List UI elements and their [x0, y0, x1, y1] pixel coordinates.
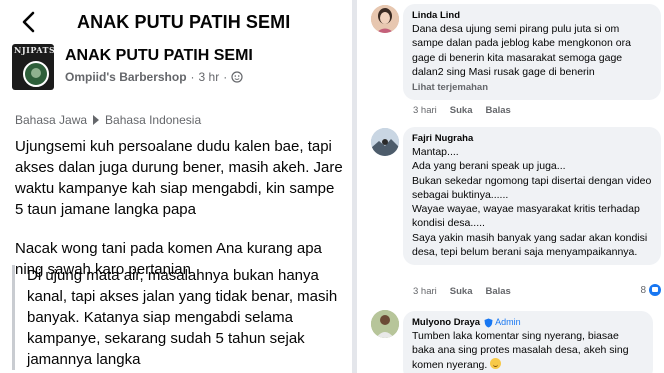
commenter-name-row: Mulyono Draya Admin [412, 316, 644, 329]
group-avatar[interactable]: NJIPATSE [12, 44, 54, 90]
top-bar: ANAK PUTU PATIH SEMI [0, 0, 352, 44]
comment-text-content: Tumben laka komentar sing nyerang, biasa… [412, 330, 629, 371]
comment-text: Tumben laka komentar sing nyerang, biasa… [412, 329, 644, 372]
comment-actions: 3 hari Suka Balas [413, 105, 511, 116]
back-arrow-icon[interactable] [18, 10, 42, 34]
translation-toggle[interactable]: Bahasa Jawa Bahasa Indonesia [15, 113, 201, 127]
commenter-avatar[interactable] [371, 5, 399, 33]
comment-line: Ada yang berani speak up juga... [412, 160, 566, 173]
comment-line: Saya yakin masih banyak yang sadar akan … [412, 231, 648, 259]
commenter-name[interactable]: Fajri Nugraha [412, 132, 652, 145]
like-button[interactable]: Suka [450, 286, 473, 297]
reply-button[interactable]: Balas [485, 105, 510, 116]
like-reaction-icon [649, 284, 661, 296]
group-logo-text: NJIPATSE [14, 45, 54, 55]
page-title: ANAK PUTU PATIH SEMI [77, 12, 291, 32]
comment-time[interactable]: 3 hari [413, 286, 437, 297]
meta-separator-2: · [223, 70, 228, 84]
grinning-emoji-icon [490, 357, 502, 369]
post-time[interactable]: 3 hr [199, 70, 220, 84]
admin-badge-label: Admin [495, 317, 521, 327]
commenter-avatar[interactable] [371, 128, 399, 156]
commenter-name[interactable]: Mulyono Draya [412, 316, 480, 329]
post-panel: ANAK PUTU PATIH SEMI NJIPATSE ANAK PUTU … [0, 0, 352, 373]
reply-button[interactable]: Balas [485, 286, 510, 297]
like-button[interactable]: Suka [450, 105, 473, 116]
comment-time[interactable]: 3 hari [413, 105, 437, 116]
audience-icon[interactable] [231, 71, 243, 83]
source-language[interactable]: Bahasa Jawa [15, 113, 87, 127]
post-paragraph: Ujungsemi kuh persoalane dudu kalen bae,… [15, 138, 343, 218]
admin-badge: Admin [484, 316, 521, 329]
translated-text: Di ujung mata air, masalahnya bukan hany… [12, 265, 346, 370]
reaction-count[interactable]: 8 [640, 284, 661, 296]
commenter-name[interactable]: Linda Lind [412, 9, 652, 22]
play-arrow-icon [93, 115, 100, 125]
author-avatar[interactable] [23, 61, 49, 87]
post-header: NJIPATSE ANAK PUTU PATIH SEMI Ompiid's B… [0, 42, 352, 98]
comment-line: Bukan sekedar ngomong tapi disertai deng… [412, 174, 652, 201]
meta-separator: · [190, 70, 195, 84]
reaction-number: 8 [640, 284, 646, 296]
comment-line: Wayae wayae, wayae masyarakat kritis ter… [412, 203, 640, 230]
see-translation-link[interactable]: Lihat terjemahan [412, 81, 652, 94]
comment-bubble: Fajri Nugraha Mantap.... Ada yang berani… [403, 127, 661, 266]
person-photo-icon [371, 5, 399, 33]
landscape-photo-icon [371, 128, 399, 156]
group-name[interactable]: ANAK PUTU PATIH SEMI [65, 47, 253, 65]
commenter-avatar[interactable] [371, 310, 399, 338]
post-meta: Ompiid's Barbershop · 3 hr · [65, 70, 243, 84]
comment-text: Dana desa ujung semi pirang pulu juta si… [412, 23, 631, 78]
comments-panel: Linda Lind Dana desa ujung semi pirang p… [357, 0, 664, 373]
shield-icon [484, 318, 493, 327]
comment-bubble: Mulyono Draya Admin Tumben laka komentar… [403, 311, 653, 373]
target-language[interactable]: Bahasa Indonesia [105, 113, 201, 127]
comment-line: Mantap.... [412, 146, 459, 158]
post-author[interactable]: Ompiid's Barbershop [65, 70, 187, 84]
comment-actions: 3 hari Suka Balas [413, 286, 511, 297]
comment-bubble: Linda Lind Dana desa ujung semi pirang p… [403, 4, 661, 101]
person-photo-icon [371, 310, 399, 338]
